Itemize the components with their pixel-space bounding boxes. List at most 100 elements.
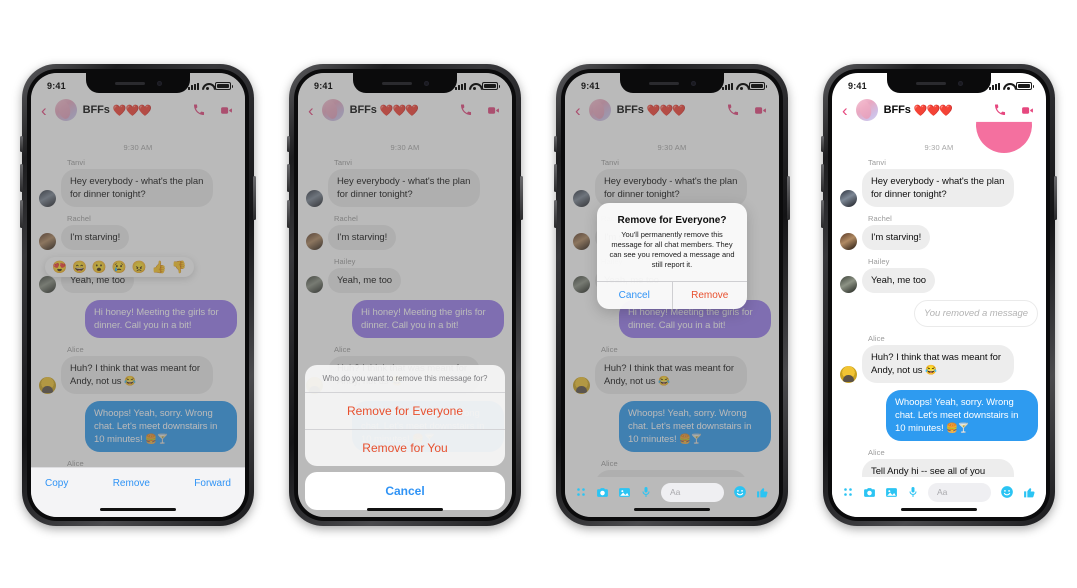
remove-for-everyone-button[interactable]: Remove for Everyone [305, 393, 505, 429]
volume-down-button[interactable] [821, 200, 824, 228]
phone-3-screen: 9:41 ‹ BFFs ❤️❤️❤️ 9:30 AM Tanvi Hey eve… [565, 73, 779, 517]
message-row: Tell Andy hi -- see all of you soon! 🍔 [840, 459, 1038, 477]
avatar[interactable] [840, 366, 857, 383]
avatar[interactable] [840, 276, 857, 293]
dialog-buttons: Cancel Remove [597, 281, 747, 309]
volume-up-button[interactable] [287, 164, 290, 192]
power-button[interactable] [1054, 176, 1057, 220]
video-call-icon[interactable] [1021, 104, 1034, 117]
status-time: 9:41 [848, 81, 867, 91]
status-time: 9:41 [581, 81, 600, 91]
voice-call-icon[interactable] [994, 104, 1006, 116]
copy-button[interactable]: Copy [45, 478, 68, 489]
app-grid-icon[interactable] [575, 486, 587, 498]
phone-1: 9:41 ‹ BFFs ❤️❤️❤️ 9:30 AM Tanvi Hey eve… [20, 64, 256, 526]
chat-title[interactable]: BFFs ❤️❤️❤️ [883, 104, 953, 117]
message-bubble[interactable]: I'm starving! [862, 225, 931, 250]
phone-1-screen: 9:41 ‹ BFFs ❤️❤️❤️ 9:30 AM Tanvi Hey eve… [31, 73, 245, 517]
forward-button[interactable]: Forward [194, 478, 231, 489]
message-bubble[interactable]: Whoops! Yeah, sorry. Wrong chat. Let's m… [886, 390, 1038, 441]
volume-down-button[interactable] [554, 200, 557, 228]
photo-gallery-icon[interactable] [885, 486, 898, 499]
status-indicators [722, 82, 767, 90]
message-sender: Hailey [868, 257, 890, 266]
power-button[interactable] [787, 176, 790, 220]
action-sheet-panel: Who do you want to remove this message f… [305, 365, 505, 466]
message-sender: Rachel [868, 214, 892, 223]
microphone-icon[interactable] [907, 486, 919, 498]
phone-bezel: 9:41 ‹ BFFs ❤️❤️❤️ 9:30 AM Tanvi Hey eve… [828, 69, 1050, 521]
message-input[interactable]: Aa [661, 482, 724, 502]
volume-up-button[interactable] [821, 164, 824, 192]
phone-3: 9:41 ‹ BFFs ❤️❤️❤️ 9:30 AM Tanvi Hey eve… [554, 64, 790, 526]
wifi-icon [469, 82, 479, 90]
remove-button[interactable]: Remove [113, 478, 150, 489]
remove-for-you-button[interactable]: Remove for You [305, 429, 505, 466]
chat-body: 9:30 AM Tanvi Hey everybody - what's the… [832, 141, 1046, 477]
cancel-button[interactable]: Cancel [305, 472, 505, 510]
phone-bezel: 9:41 ‹ BFFs ❤️❤️❤️ 9:30 AM Tanvi Hey eve… [561, 69, 783, 521]
message-bubble[interactable]: Huh? I think that was meant for Andy, no… [862, 345, 1014, 383]
earpiece-speaker [114, 81, 145, 85]
chat-title-text: BFFs [883, 104, 911, 116]
earpiece-speaker [648, 81, 679, 85]
avatar[interactable] [840, 233, 857, 250]
status-indicators [455, 82, 500, 90]
message-composer: Aa [565, 477, 779, 517]
silent-switch[interactable] [554, 136, 557, 152]
volume-down-button[interactable] [287, 200, 290, 228]
camera-icon[interactable] [863, 486, 876, 499]
remove-button[interactable]: Remove [673, 282, 748, 309]
microphone-icon[interactable] [640, 486, 652, 498]
wifi-icon [1003, 82, 1013, 90]
earpiece-speaker [915, 81, 946, 85]
phone-2: 9:41 ‹ BFFs ❤️❤️❤️ 9:30 AM Tanvi Hey eve… [287, 64, 523, 526]
notch [887, 73, 991, 93]
message-row: Yeah, me too [840, 268, 1038, 293]
phone-4-screen: 9:41 ‹ BFFs ❤️❤️❤️ 9:30 AM Tanvi Hey eve… [832, 73, 1046, 517]
sticker-smiley-icon[interactable] [733, 485, 747, 499]
group-avatar[interactable] [855, 99, 878, 121]
avatar[interactable] [840, 190, 857, 207]
wifi-icon [202, 82, 212, 90]
status-time: 9:41 [314, 81, 333, 91]
silent-switch[interactable] [20, 136, 23, 152]
app-grid-icon[interactable] [842, 486, 854, 498]
sticker-smiley-icon[interactable] [1000, 485, 1014, 499]
message-composer: Aa [832, 477, 1046, 517]
message-bubble[interactable]: Hey everybody - what's the plan for dinn… [862, 169, 1014, 207]
front-camera-icon [957, 80, 963, 86]
phone-2-screen: 9:41 ‹ BFFs ❤️❤️❤️ 9:30 AM Tanvi Hey eve… [298, 73, 512, 517]
silent-switch[interactable] [287, 136, 290, 152]
message-bubble[interactable]: Yeah, me too [862, 268, 936, 293]
thumbs-up-icon[interactable] [1023, 486, 1036, 499]
cellular-signal-icon [989, 82, 1000, 90]
cancel-button[interactable]: Cancel [597, 282, 673, 309]
message-bubble[interactable]: Tell Andy hi -- see all of you soon! 🍔 [862, 459, 1014, 477]
notch [86, 73, 190, 93]
cellular-signal-icon [722, 82, 733, 90]
power-button[interactable] [253, 176, 256, 220]
home-indicator[interactable] [367, 507, 443, 511]
phone-4: 9:41 ‹ BFFs ❤️❤️❤️ 9:30 AM Tanvi Hey eve… [821, 64, 1057, 526]
home-indicator[interactable] [901, 507, 977, 511]
earpiece-speaker [381, 81, 412, 85]
volume-down-button[interactable] [20, 200, 23, 228]
home-indicator[interactable] [634, 507, 710, 511]
home-indicator[interactable] [100, 507, 176, 511]
removed-message-row: You removed a message [840, 300, 1038, 327]
battery-icon [749, 82, 767, 90]
remove-action-sheet: Who do you want to remove this message f… [298, 365, 512, 517]
photo-gallery-icon[interactable] [618, 486, 631, 499]
back-icon[interactable]: ‹ [840, 102, 850, 119]
silent-switch[interactable] [821, 136, 824, 152]
power-button[interactable] [520, 176, 523, 220]
thumbs-up-icon[interactable] [756, 486, 769, 499]
message-row: I'm starving! [840, 225, 1038, 250]
camera-icon[interactable] [596, 486, 609, 499]
message-input[interactable]: Aa [928, 482, 991, 502]
volume-up-button[interactable] [20, 164, 23, 192]
volume-up-button[interactable] [554, 164, 557, 192]
message-sender: Alice [868, 448, 885, 457]
message-sender: Tanvi [868, 158, 887, 167]
